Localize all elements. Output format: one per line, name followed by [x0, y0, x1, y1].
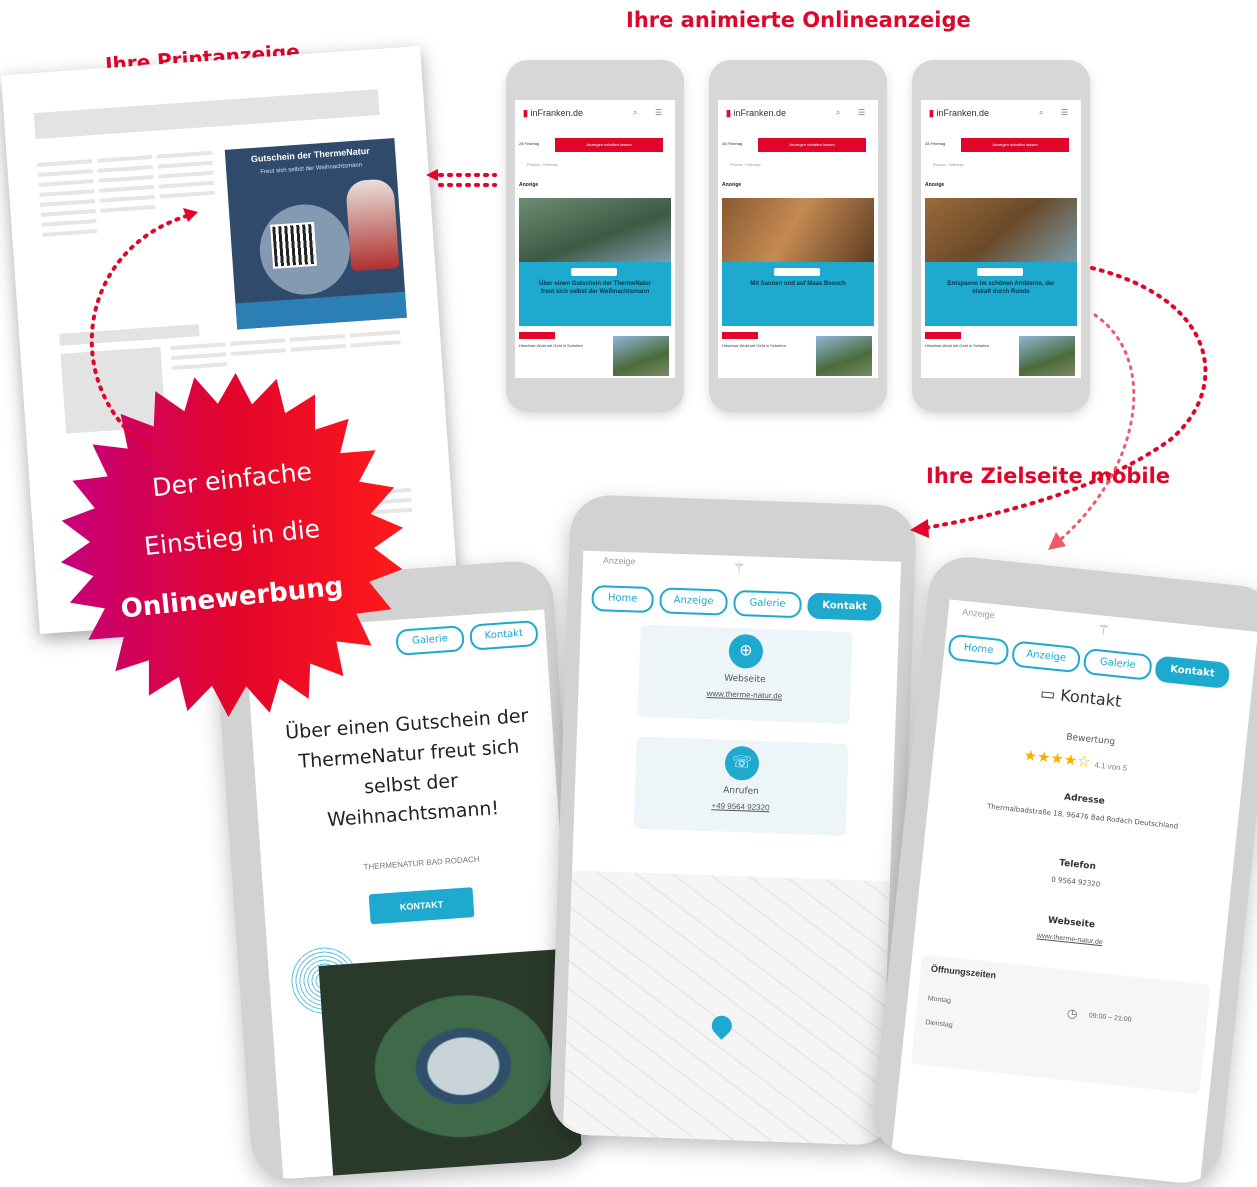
contact-button[interactable]: KONTAKT	[368, 887, 475, 925]
ad-banner[interactable]: Entspanne im schönen Ambiente, der eiska…	[925, 262, 1077, 326]
heading-online: Ihre animierte Onlineanzeige	[626, 8, 971, 32]
cta-button[interactable]: Anzeigen schalten lassen	[758, 138, 866, 152]
day-monday: Montag	[927, 995, 952, 1005]
ad-pill	[571, 268, 617, 276]
starburst-badge: Der einfache Einstieg in die Onlinewerbu…	[52, 365, 412, 725]
mail-icon: ▭	[1039, 683, 1062, 705]
clock-icon: ◷	[1066, 1005, 1079, 1022]
map[interactable]	[562, 870, 890, 1146]
big-phone-right: Anzeige ⚚ Home Anzeige Galerie Kontakt ▭…	[869, 553, 1257, 1187]
brand-mark-icon: ⚚	[1096, 621, 1111, 639]
call-card[interactable]: ☏ Anrufen +49 9564 92320	[633, 736, 849, 836]
hours-value: 09:00 – 21:00	[1088, 1012, 1132, 1024]
rating-stars: ★★★★☆ 4.1 von 5	[1022, 747, 1128, 773]
menu-icon[interactable]: ☰	[858, 108, 865, 117]
news-thumb	[1019, 336, 1075, 376]
nav-home[interactable]: Home	[591, 584, 655, 614]
website-card[interactable]: ⊕ Webseite www.therme-natur.de	[637, 624, 853, 725]
small-phone-screen: ▮ inFranken.de ⌕ ☰ 28 Feiertag Anzeigen …	[515, 100, 675, 378]
cta-button[interactable]: Anzeigen schalten lassen	[555, 138, 663, 152]
nav-galerie[interactable]: Galerie	[1082, 647, 1153, 681]
heading-target: Ihre Zielseite mobile	[926, 464, 1171, 488]
big-phone-middle: Anzeige ⚚ Home Anzeige Galerie Kontakt ⊕…	[548, 494, 918, 1146]
search-icon[interactable]: ⌕	[836, 108, 840, 118]
ad-label: Anzeige	[602, 555, 636, 567]
news-tag	[722, 332, 758, 339]
nav-anzeige[interactable]: Anzeige	[1010, 640, 1082, 674]
ad-text: Entspanne im schönen Ambiente, der eiska…	[947, 281, 1055, 295]
search-icon[interactable]: ⌕	[633, 108, 637, 118]
nav-anzeige[interactable]: Anzeige	[659, 587, 729, 616]
menu-icon[interactable]: ☰	[1061, 108, 1068, 117]
menu-icon[interactable]: ☰	[655, 108, 662, 117]
ad-banner[interactable]: Über einen Gutschein der ThermeNatur fre…	[519, 262, 671, 326]
ad-label: Anzeige	[722, 182, 742, 188]
breadcrumb: Photos › Sitemap	[527, 162, 558, 167]
small-phone-3: ▮ inFranken.de ⌕ ☰ 28 Feiertag Anzeigen …	[912, 60, 1090, 412]
print-ad-footer	[235, 291, 407, 330]
ad-label: Anzeige	[961, 606, 996, 621]
news-text[interactable]: Hirschwe-Wuld mit Geld in Schutten	[519, 343, 599, 348]
nav-kontakt[interactable]: Kontakt	[1154, 655, 1231, 689]
news-tag	[519, 332, 555, 339]
ad-label: Anzeige	[519, 182, 539, 188]
day-tuesday: Dienstag	[924, 1019, 954, 1030]
big-phone-right-screen: Anzeige ⚚ Home Anzeige Galerie Kontakt ▭…	[891, 599, 1257, 1187]
tag-label: 28 Feiertag	[722, 141, 743, 146]
ad-pill	[774, 268, 820, 276]
hero-subline: THERMENATUR BAD RODACH	[363, 854, 480, 872]
news-thumb	[613, 336, 669, 376]
ad-text: Mit Saunen und auf Maas Besuch	[750, 281, 846, 287]
ad-image	[925, 198, 1077, 268]
breadcrumb: Photos › Sitemap	[933, 162, 964, 167]
nav-kontakt[interactable]: Kontakt	[469, 619, 539, 651]
site-logo: ▮ inFranken.de	[929, 108, 990, 118]
cta-button[interactable]: Anzeigen schalten lassen	[961, 138, 1069, 152]
small-phone-screen: ▮ inFranken.de ⌕ ☰ 28 Feiertag Anzeigen …	[718, 100, 878, 378]
ad-pill	[977, 268, 1023, 276]
call-label: Anrufen	[723, 785, 760, 797]
nav-galerie[interactable]: Galerie	[733, 589, 802, 619]
hours-card: Öffnungszeiten Montag ◷ 09:00 – 21:00 Di…	[910, 954, 1211, 1095]
ad-image	[722, 198, 874, 268]
news-text[interactable]: Hirschwe-Wuld mit Geld in Schutten	[722, 343, 802, 348]
site-logo: ▮ inFranken.de	[726, 108, 787, 118]
breadcrumb: Photos › Sitemap	[730, 162, 761, 167]
contact-title: ▭ Kontakt	[1039, 683, 1123, 711]
globe-icon: ⊕	[728, 633, 764, 669]
santa-image	[345, 178, 400, 272]
print-ad: Gutschein der ThermeNatur Freut sich sel…	[224, 138, 407, 330]
tag-label: 28 Feiertag	[519, 141, 540, 146]
website-link[interactable]: www.therme-natur.de	[638, 687, 850, 703]
small-phone-2: ▮ inFranken.de ⌕ ☰ 28 Feiertag Anzeigen …	[709, 60, 887, 412]
map-pin-icon[interactable]	[707, 1011, 736, 1040]
hours-label: Öffnungszeiten	[930, 963, 997, 981]
call-link[interactable]: +49 9564 92320	[634, 799, 846, 815]
big-phone-middle-screen: Anzeige ⚚ Home Anzeige Galerie Kontakt ⊕…	[562, 550, 902, 1146]
brand-mark-icon: ⚚	[732, 559, 746, 577]
qr-code	[270, 221, 318, 269]
ad-label: Anzeige	[925, 182, 945, 188]
ad-banner[interactable]: Mit Saunen und auf Maas Besuch	[722, 262, 874, 326]
news-thumb	[816, 336, 872, 376]
search-icon[interactable]: ⌕	[1039, 108, 1043, 118]
nav-home[interactable]: Home	[947, 633, 1010, 666]
news-text[interactable]: Hirschwe-Wuld mit Geld in Schutten	[925, 343, 1005, 348]
ad-image	[519, 198, 671, 268]
small-phone-screen: ▮ inFranken.de ⌕ ☰ 28 Feiertag Anzeigen …	[921, 100, 1081, 378]
nav-kontakt[interactable]: Kontakt	[807, 592, 882, 622]
ad-text: Über einen Gutschein der ThermeNatur fre…	[538, 281, 652, 295]
small-phone-1: ▮ inFranken.de ⌕ ☰ 28 Feiertag Anzeigen …	[506, 60, 684, 412]
tag-label: 28 Feiertag	[925, 141, 946, 146]
phone-icon: ☏	[724, 745, 760, 781]
news-tag	[925, 332, 961, 339]
site-logo: ▮ inFranken.de	[523, 108, 584, 118]
website-label: Webseite	[724, 673, 766, 686]
therme-photo	[318, 948, 584, 1182]
